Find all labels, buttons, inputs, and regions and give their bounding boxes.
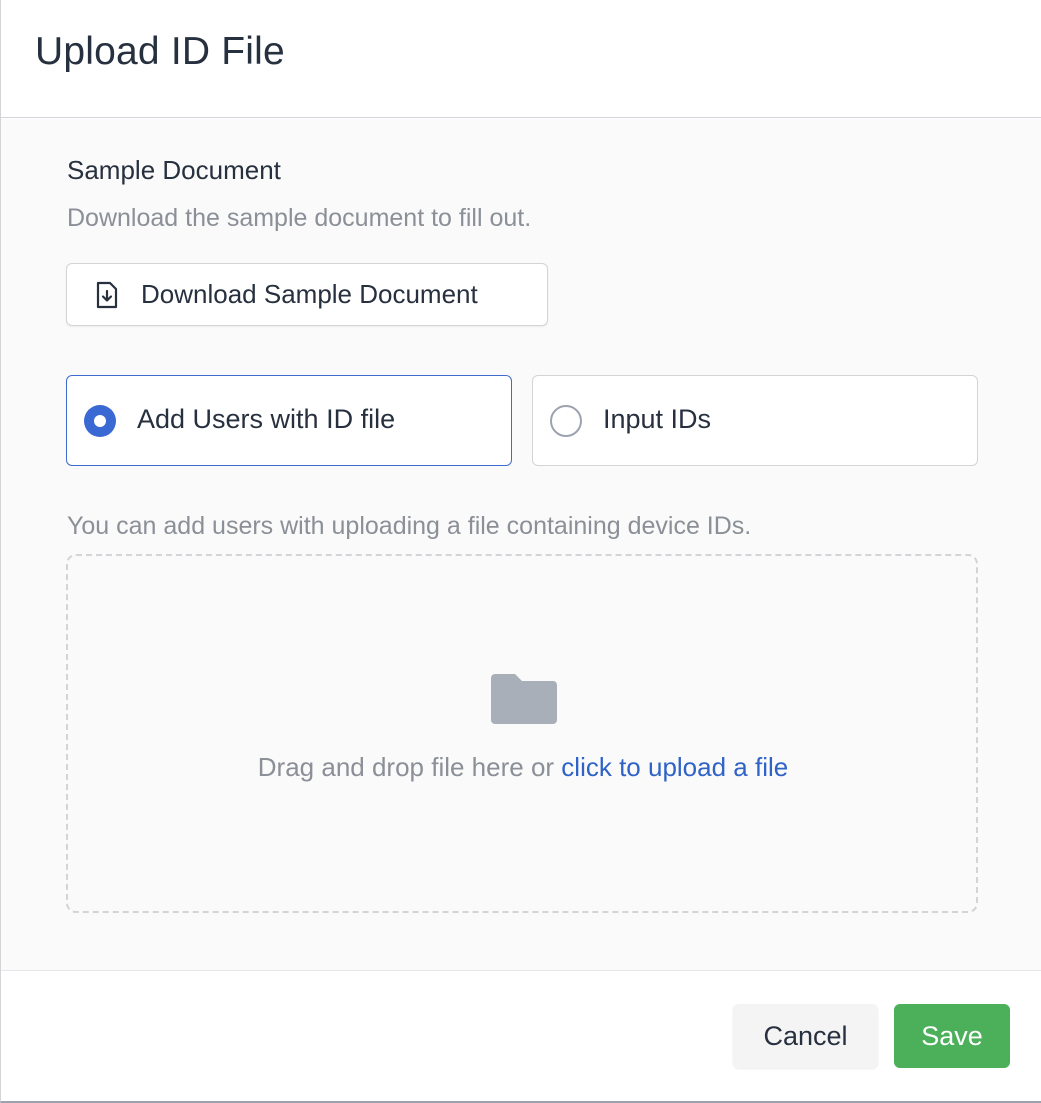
- sample-document-title: Sample Document: [67, 155, 281, 185]
- radio-unselected-icon[interactable]: [550, 405, 582, 437]
- upload-hint: You can add users with uploading a file …: [67, 512, 752, 540]
- radio-selected-icon[interactable]: [84, 405, 116, 437]
- sample-document-description: Download the sample document to fill out…: [67, 204, 532, 232]
- modal-footer: Cancel Save: [1, 972, 1041, 1101]
- option-label: Input IDs: [603, 404, 712, 434]
- option-input-ids[interactable]: Input IDs: [532, 375, 978, 466]
- option-label: Add Users with ID file: [137, 404, 396, 434]
- file-download-icon: [95, 281, 119, 309]
- download-sample-document-label: Download Sample Document: [141, 279, 478, 309]
- modal-header: Upload ID File: [1, 0, 1041, 118]
- drop-instructions: Drag and drop file here or click to uplo…: [68, 752, 978, 783]
- modal-body: Sample Document Download the sample docu…: [1, 119, 1041, 971]
- upload-id-file-modal: Upload ID File Sample Document Download …: [0, 0, 1041, 1103]
- download-sample-document-button[interactable]: Download Sample Document: [66, 263, 548, 326]
- save-button[interactable]: Save: [894, 1004, 1010, 1068]
- modal-title: Upload ID File: [35, 30, 285, 73]
- drop-text: Drag and drop file here or: [257, 752, 562, 782]
- upload-file-link[interactable]: click to upload a file: [561, 752, 788, 782]
- cancel-button[interactable]: Cancel: [733, 1004, 878, 1068]
- file-dropzone[interactable]: Drag and drop file here or click to uplo…: [66, 554, 978, 913]
- folder-icon: [491, 674, 557, 724]
- option-add-users-with-id-file[interactable]: Add Users with ID file: [66, 375, 512, 466]
